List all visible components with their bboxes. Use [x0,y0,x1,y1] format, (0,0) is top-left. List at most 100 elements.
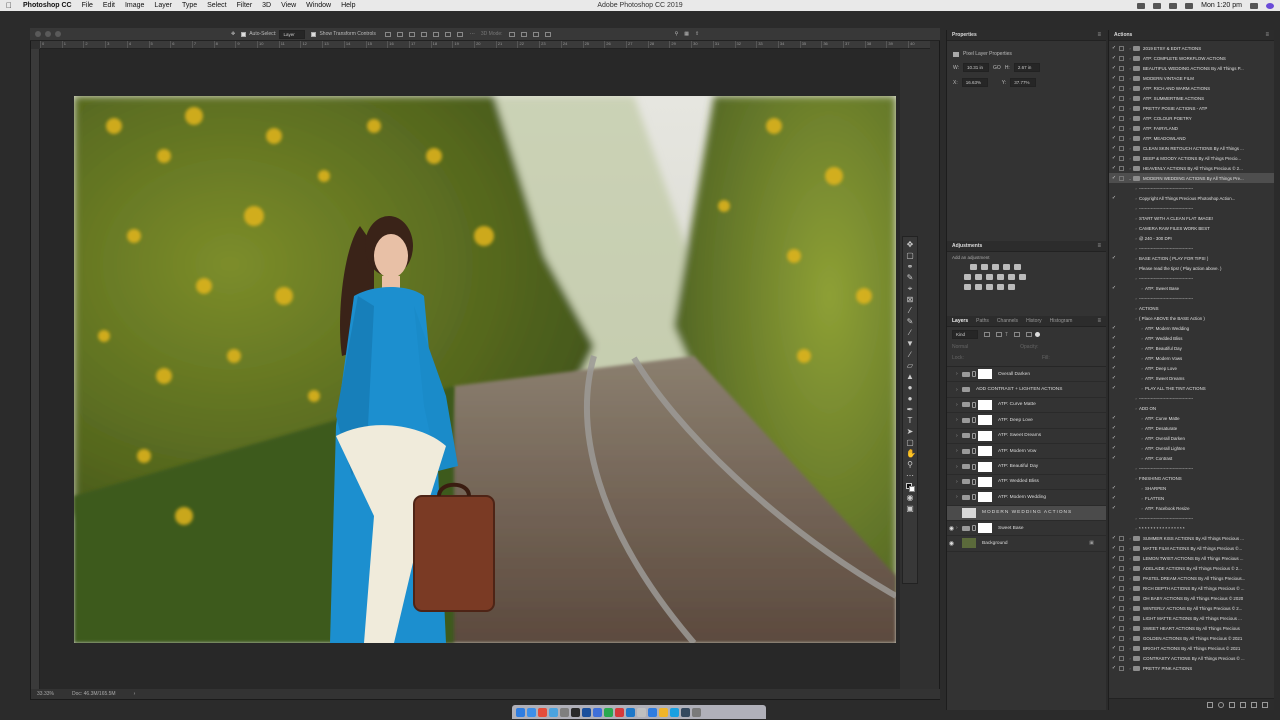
menu-select[interactable]: Select [202,2,231,9]
selective-color-icon[interactable] [1008,284,1015,290]
dodge-tool[interactable]: ● [906,395,914,403]
width-field[interactable]: 10.31 in [963,63,990,72]
hue-saturation-icon[interactable] [964,274,971,280]
toggle-check-icon[interactable]: ✓ [1109,625,1119,631]
action-row[interactable]: ✓ › ATP: Beautiful Day [1109,343,1274,353]
action-set-row[interactable]: ✓ › OH BABY ACTIONS By All Things Precious… [1109,593,1274,603]
action-row[interactable]: › ------------------------------------- [1109,183,1274,193]
apple-icon[interactable]:  [0,1,18,10]
action-row[interactable]: ✓ › ATP: Modern Wedding [1109,323,1274,333]
toggle-check-icon[interactable]: ✓ [1109,435,1119,441]
action-row[interactable]: › @ 240 - 300 DPI [1109,233,1274,243]
layer-row[interactable]: ◉ Background ▣ [947,536,1106,552]
panel-menu-icon[interactable]: ≡ [1097,32,1101,38]
quick-mask-icon[interactable]: ◉ [906,494,914,502]
dock-app-icon[interactable] [670,707,679,717]
action-set-row[interactable]: ✓ › MATTE FILM ACTIONS By All Things Preci… [1109,543,1274,553]
layer-mask-thumbnail[interactable] [978,523,992,534]
dialog-toggle-icon[interactable] [1119,55,1124,61]
toggle-check-icon[interactable]: ✓ [1109,655,1119,661]
link-icon[interactable] [972,494,976,501]
toggle-check-icon[interactable]: ✓ [1109,425,1119,431]
toggle-check-icon[interactable]: ✓ [1109,365,1119,371]
photo-canvas[interactable] [74,96,896,643]
action-row[interactable]: ✓ › SHARPEN [1109,483,1274,493]
dock-app-icon[interactable] [681,707,690,717]
photo-filter-icon[interactable] [997,274,1004,280]
dock-app-icon[interactable] [560,707,569,717]
auto-select-option[interactable]: Auto-Select: Layer [241,29,306,39]
dock-app-icon[interactable] [692,707,701,717]
toggle-check-icon[interactable]: ✓ [1109,575,1119,581]
align-vcenter-icon[interactable] [396,31,403,37]
dialog-toggle-icon[interactable] [1119,545,1124,551]
frame-tool[interactable]: ⊠ [906,296,914,304]
dialog-toggle-icon[interactable] [1119,605,1124,611]
action-row[interactable]: ✓ › ATP: Modern Vows [1109,353,1274,363]
workspace-icon[interactable]: ▦ [684,31,689,37]
toggle-check-icon[interactable]: ✓ [1109,645,1119,651]
dialog-toggle-icon[interactable] [1119,65,1124,71]
app-menu[interactable]: Photoshop CC [18,2,77,9]
dialog-toggle-icon[interactable] [1119,115,1124,121]
toggle-check-icon[interactable]: ✓ [1109,325,1119,331]
3d-roll-icon[interactable] [520,31,527,37]
more-options-icon[interactable]: ⋯ [470,31,475,37]
blur-tool[interactable]: ● [906,384,914,392]
layer-mask-thumbnail[interactable] [978,461,992,472]
dock-app-icon[interactable] [659,707,668,717]
tab-layers[interactable]: Layers [952,318,968,324]
action-row[interactable]: › ------------------------------------- [1109,273,1274,283]
dialog-toggle-icon[interactable] [1119,585,1124,591]
toggle-check-icon[interactable]: ✓ [1109,665,1119,671]
brush-tool[interactable]: ∕ [906,329,914,337]
action-set-row[interactable]: ✓ › CONTRASTY ACTIONS By All Things Precio… [1109,653,1274,663]
gradient-map-icon[interactable] [997,284,1004,290]
move-tool-icon[interactable]: ✥ [231,31,235,37]
layer-thumbnail[interactable] [962,538,976,549]
action-row[interactable]: › Please read the tips! ( Play action abo… [1109,263,1274,273]
action-set-row[interactable]: ✓ › GOLDEN ACTIONS By All Things Precious … [1109,633,1274,643]
hand-tool[interactable]: ✋ [906,450,916,458]
dialog-toggle-icon[interactable] [1119,145,1124,151]
toggle-check-icon[interactable]: ✓ [1109,115,1119,121]
horizontal-ruler[interactable]: 0 1 2 3 4 5 6 7 8 9 10 11 12 13 14 15 16 17 18 19 20 21 22 23 24… [40,41,930,49]
action-set-row[interactable]: ✓ › ADELAIDE ACTIONS By All Things Preciou… [1109,563,1274,573]
doc-size[interactable]: Doc: 46.3M/165.5M [72,691,116,697]
exposure-icon[interactable] [1003,264,1010,270]
dropbox-icon[interactable] [1137,2,1146,9]
stop-icon[interactable] [1207,701,1213,708]
menu-help[interactable]: Help [336,2,360,9]
action-set-row[interactable]: ✓ › PRETTY PINK ACTIONS [1109,663,1274,673]
3d-pan-icon[interactable] [532,31,539,37]
toggle-check-icon[interactable]: ✓ [1109,385,1119,391]
dock-app-icon[interactable] [571,707,580,717]
dock-app-icon[interactable] [538,707,547,717]
3d-slide-icon[interactable] [544,31,551,37]
toggle-check-icon[interactable]: ✓ [1109,565,1119,571]
link-icon[interactable] [972,448,976,455]
toggle-check-icon[interactable]: ✓ [1109,505,1119,511]
invert-icon[interactable] [964,284,971,290]
link-icon[interactable] [972,525,976,532]
toggle-check-icon[interactable]: ✓ [1109,485,1119,491]
toggle-check-icon[interactable]: ✓ [1109,85,1119,91]
action-set-row[interactable]: ✓ › 2019 ETSY & EDIT ACTIONS [1109,43,1274,53]
toggle-check-icon[interactable]: ✓ [1109,195,1119,201]
dialog-toggle-icon[interactable] [1119,565,1124,571]
action-set-row[interactable]: ✓ › PASTEL DREAM ACTIONS By All Things Pre… [1109,573,1274,583]
dialog-toggle-icon[interactable] [1119,75,1124,81]
zoom-level[interactable]: 33.33% [37,691,54,697]
dock-app-icon[interactable] [582,707,591,717]
share-icon[interactable]: ⇧ [695,31,699,37]
close-window-button[interactable] [35,31,41,37]
toggle-check-icon[interactable]: ✓ [1109,75,1119,81]
toggle-check-icon[interactable]: ✓ [1109,65,1119,71]
search-icon[interactable] [1250,2,1258,9]
menu-view[interactable]: View [276,2,301,9]
dialog-toggle-icon[interactable] [1119,165,1124,171]
action-set-row[interactable]: ✓ › HEAVENLY ACTIONS By All Things Preciou… [1109,163,1274,173]
filter-smart-icon[interactable] [1026,332,1033,337]
kind-filter-dropdown[interactable]: Kind [952,330,978,339]
battery-icon[interactable] [1185,2,1194,9]
